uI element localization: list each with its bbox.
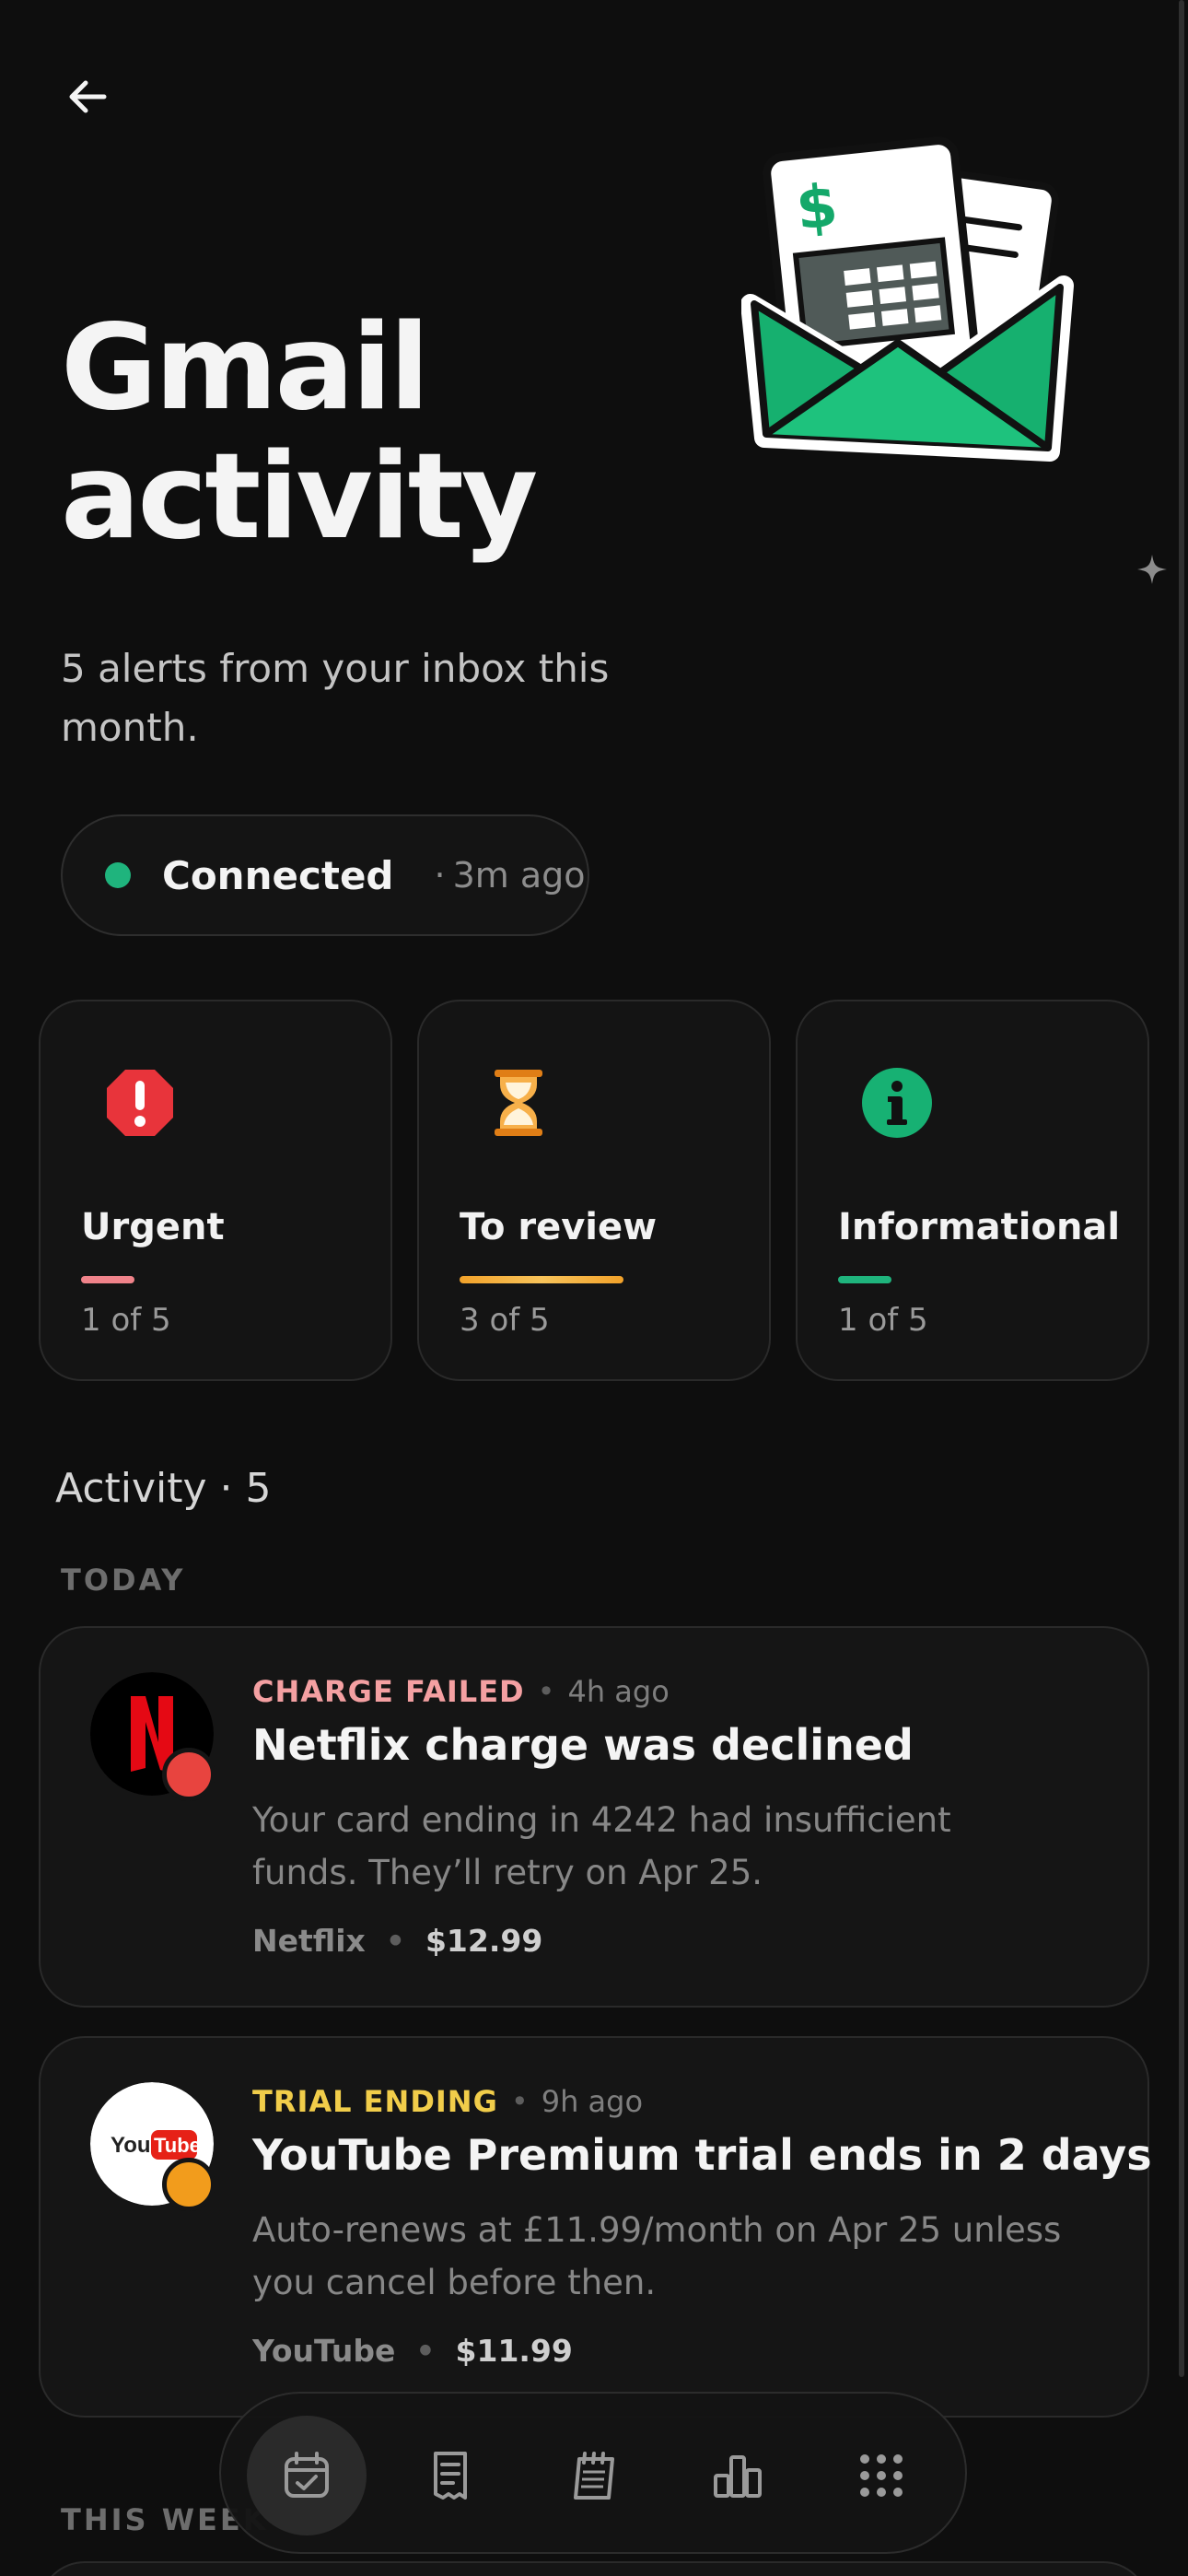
alert-amount: $11.99 <box>455 2333 573 2369</box>
category-progress-bar <box>81 1276 134 1283</box>
category-count: 1 of 5 <box>838 1302 928 1339</box>
category-progress-bar <box>460 1276 623 1283</box>
arrow-left-icon <box>69 80 107 113</box>
page-title-line-1: Gmail <box>61 299 430 437</box>
hourglass-icon <box>495 1070 542 1136</box>
category-card-urgent[interactable]: Urgent 1 of 5 <box>39 1000 392 1381</box>
meta-separator: • <box>537 1674 555 1709</box>
calendar-check-icon <box>285 2452 329 2498</box>
alert-amount: $12.99 <box>425 1923 543 1959</box>
nav-item-activity[interactable] <box>247 2416 367 2535</box>
alert-status-badge <box>162 2158 215 2211</box>
bar-chart-icon <box>714 2455 762 2498</box>
alert-meta: TRIAL ENDING • 9h ago <box>252 2084 643 2119</box>
notepad-icon <box>574 2452 614 2500</box>
category-count: 3 of 5 <box>460 1302 550 1339</box>
page-title: Gmail activity <box>61 299 538 566</box>
alert-card-netflix[interactable]: CHARGE FAILED • 4h ago Netflix charge was … <box>39 1626 1149 2008</box>
alert-title: YouTube Premium trial ends in 2 days <box>252 2130 1152 2180</box>
exclamation-octagon-icon <box>107 1070 173 1136</box>
alert-card-next[interactable] <box>39 2561 1149 2576</box>
group-label-today: TODAY <box>61 1563 186 1598</box>
footer-separator: • <box>385 1923 405 1959</box>
category-cards: Urgent 1 of 5 To review 3 of 5 Informati… <box>39 1000 1149 1381</box>
back-button[interactable] <box>55 64 120 129</box>
alert-footer: Netflix • $12.99 <box>252 1923 542 1959</box>
category-label: Informational <box>838 1206 1121 1248</box>
category-card-to-review[interactable]: To review 3 of 5 <box>417 1000 771 1381</box>
alert-description: Auto-renews at £11.99/month on Apr 25 un… <box>252 2210 1062 2302</box>
category-count: 1 of 5 <box>81 1302 171 1339</box>
sparkle-icon <box>1137 555 1167 584</box>
svg-text:Tube: Tube <box>154 2134 201 2157</box>
category-label: Urgent <box>81 1206 225 1248</box>
category-card-informational[interactable]: Informational 1 of 5 <box>796 1000 1149 1381</box>
alert-description: Your card ending in 4242 had insufficien… <box>252 1800 951 1892</box>
nav-item-receipts[interactable] <box>390 2416 510 2535</box>
alert-meta: CHARGE FAILED • 4h ago <box>252 1674 670 1709</box>
svg-text:You: You <box>111 2133 151 2158</box>
nav-item-insights[interactable] <box>678 2416 798 2535</box>
receipt-icon <box>434 2452 467 2500</box>
activity-heading: Activity · 5 <box>55 1465 272 1512</box>
alert-card-youtube[interactable]: You Tube TRIAL ENDING • 9h ago YouTube Pre… <box>39 2036 1152 2418</box>
alert-merchant: YouTube <box>252 2333 396 2369</box>
meta-separator: • <box>510 2084 529 2119</box>
bottom-nav-bar <box>219 2392 967 2554</box>
alert-tag: TRIAL ENDING <box>252 2084 498 2119</box>
gmail-activity-screen: { "header": { "back_icon": "arrow-left-i… <box>0 0 1188 2576</box>
connection-status-pill[interactable]: Connected · 3m ago <box>61 814 589 936</box>
alert-status-badge <box>162 1748 215 1801</box>
page-subtitle: 5 alerts from your inbox this month. <box>61 646 610 750</box>
scrollbar[interactable] <box>1179 0 1184 2377</box>
envelope-with-receipt-icon: $ <box>741 136 1074 462</box>
category-label: To review <box>460 1206 658 1248</box>
status-label: Connected <box>162 852 394 898</box>
grid-dots-icon <box>860 2454 903 2497</box>
alert-merchant: Netflix <box>252 1923 366 1959</box>
alert-time: 9h ago <box>541 2084 644 2119</box>
status-dot-icon <box>105 862 131 888</box>
info-circle-icon <box>862 1068 932 1138</box>
footer-separator: • <box>415 2333 436 2369</box>
nav-item-more[interactable] <box>821 2416 941 2535</box>
svg-text:$: $ <box>793 172 841 244</box>
status-separator: · <box>434 855 446 896</box>
alert-tag: CHARGE FAILED <box>252 1674 525 1709</box>
nav-item-notes[interactable] <box>534 2416 654 2535</box>
alert-title: Netflix charge was declined <box>252 1720 914 1770</box>
category-progress-bar <box>838 1276 891 1283</box>
alert-time: 4h ago <box>567 1674 670 1709</box>
page-title-line-2: activity <box>61 428 538 566</box>
alert-footer: YouTube • $11.99 <box>252 2333 573 2369</box>
status-updated-time: 3m ago <box>452 855 586 896</box>
